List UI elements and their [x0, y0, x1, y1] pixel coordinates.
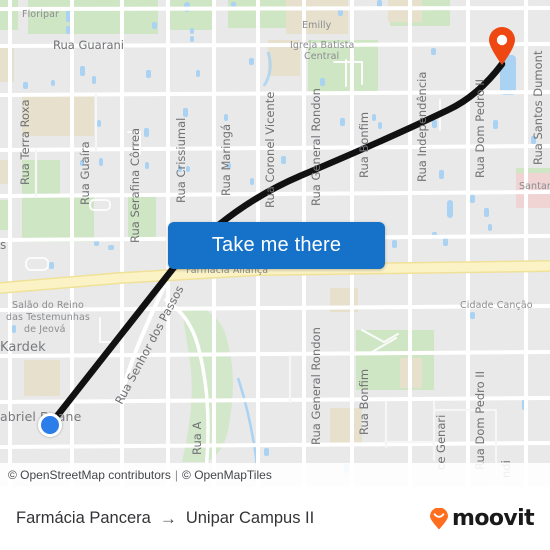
moovit-brand[interactable]: moovit: [429, 506, 535, 531]
attribution-osm[interactable]: © OpenStreetMap contributors: [8, 468, 171, 482]
map-attribution: © OpenStreetMap contributors | © OpenMap…: [0, 463, 550, 487]
moovit-wordmark: moovit: [452, 506, 535, 531]
moovit-trip-map-screen: Rua Terra Roxa Rua Guaíra Rua Serafina C…: [0, 0, 550, 550]
take-me-there-button[interactable]: Take me there: [168, 222, 385, 269]
attribution-openmaptiles[interactable]: © OpenMapTiles: [182, 468, 272, 482]
moovit-pin-icon: [430, 507, 449, 529]
attribution-separator: |: [174, 468, 179, 482]
map-pin-icon[interactable]: [487, 26, 517, 66]
route-summary: Farmácia Pancera → Unipar Campus II: [16, 509, 314, 528]
destination-name: Unipar Campus II: [185, 509, 315, 527]
trip-footer: Farmácia Pancera → Unipar Campus II moov…: [0, 487, 550, 550]
origin-name: Farmácia Pancera: [16, 509, 151, 527]
arrow-right-icon: →: [159, 509, 177, 528]
map-canvas[interactable]: Rua Terra Roxa Rua Guaíra Rua Serafina C…: [0, 0, 550, 487]
current-location-dot[interactable]: [38, 413, 62, 437]
